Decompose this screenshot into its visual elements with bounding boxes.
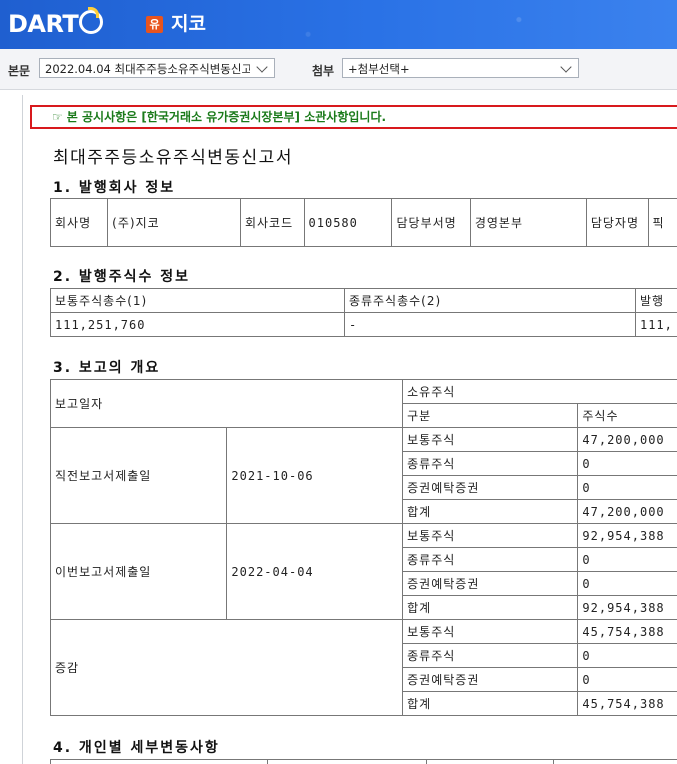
change-label: 증감	[49, 619, 404, 716]
table-cell	[267, 759, 427, 764]
table-cell	[49, 759, 269, 764]
cell-company-code-label: 회사코드	[239, 198, 305, 247]
table-row-type: 증권예탁증권	[402, 571, 579, 596]
cell-company-code: 010580	[303, 198, 393, 247]
type-header: 구분	[402, 403, 579, 428]
current-report-label: 이번보고서제출일	[49, 523, 228, 620]
table-row-type: 보통주식	[402, 427, 579, 452]
table-row-count: 0	[577, 571, 677, 596]
section-1-heading: 1. 발행회사 정보	[53, 180, 176, 196]
cell-company-name-label: 회사명	[49, 198, 109, 247]
table-row-count: 92,954,388	[577, 523, 677, 548]
prev-report-label: 직전보고서제출일	[49, 427, 228, 524]
logo-ring-icon	[79, 7, 104, 34]
section-3-heading: 3. 보고의 개요	[53, 360, 161, 376]
table-row-type: 보통주식	[402, 619, 579, 644]
attach-select-value: +첨부선택+	[348, 62, 410, 76]
table-row-type: 종류주식	[402, 451, 579, 476]
value-issued-total: 111,	[634, 312, 677, 337]
table-row-count: 0	[577, 451, 677, 476]
dart-logo[interactable]: DART	[8, 7, 104, 39]
chevron-down-icon	[560, 61, 572, 73]
table-cell	[552, 759, 677, 764]
table-row-type: 증권예탁증권	[402, 667, 579, 692]
chevron-down-icon	[256, 61, 268, 73]
main-doc-select[interactable]: 2022.04.04 최대주주등소유주식변동신고	[39, 58, 275, 78]
document-title: 최대주주등소유주식변동신고서	[53, 148, 293, 168]
document-viewer[interactable]: ☞ 본 공시사항은 [한국거래소 유가증권시장본부] 소관사항입니다. 최대주주등…	[22, 95, 677, 764]
cell-dept: 경영본부	[469, 198, 587, 247]
attach-select[interactable]: +첨부선택+	[342, 58, 579, 78]
table-row-type: 종류주식	[402, 547, 579, 572]
table-cell	[425, 759, 554, 764]
table-row-count: 47,200,000	[577, 499, 677, 524]
header-decoration	[150, 0, 677, 49]
value-class-total: -	[343, 312, 636, 337]
report-date-header: 보고일자	[49, 379, 404, 428]
cell-contact-label: 담당자명	[585, 198, 649, 247]
pointing-hand-icon: ☞	[52, 110, 63, 124]
count-header: 주식수	[577, 403, 677, 428]
section-2-heading: 2. 발행주식수 정보	[53, 269, 190, 285]
value-common-total: 111,251,760	[50, 312, 345, 337]
cell-dept-label: 담당부서명	[391, 198, 471, 247]
main-doc-select-value: 2022.04.04 최대주주등소유주식변동신고	[45, 62, 250, 76]
table-row-type: 합계	[402, 499, 579, 524]
table-row-count: 0	[577, 547, 677, 572]
header-common-total: 보통주식총수(1)	[50, 288, 345, 313]
table-row-count: 0	[577, 643, 677, 668]
market-badge: 유	[146, 16, 163, 33]
table-row-count: 45,754,388	[577, 619, 677, 644]
cell-company-name: (주)지코	[107, 198, 241, 247]
header-class-total: 종류주식총수(2)	[343, 288, 636, 313]
notice-text: 본 공시사항은 [한국거래소 유가증권시장본부] 소관사항입니다.	[66, 110, 387, 124]
cell-contact: 픽	[647, 198, 677, 247]
document-toolbar: 본문 2022.04.04 최대주주등소유주식변동신고 첨부 +첨부선택+	[0, 49, 677, 90]
attach-label: 첨부	[312, 64, 335, 78]
prev-report-date: 2021-10-06	[226, 427, 404, 524]
table-row-type: 종류주식	[402, 643, 579, 668]
current-report-date: 2022-04-04	[226, 523, 404, 620]
table-row-count: 0	[577, 667, 677, 692]
company-title: 지코	[171, 13, 206, 35]
shares-info-table: 보통주식총수(1) 종류주식총수(2) 발행 111,251,760 - 111…	[50, 288, 677, 337]
table-row-type: 합계	[402, 691, 579, 716]
issuer-info-table: 회사명 (주)지코 회사코드 010580 담당부서명 경영본부 담당자명 픽	[49, 198, 677, 247]
report-overview-table: 보고일자 소유주식 구분 주식수 직전보고서제출일 2021-10-06 보통주…	[49, 379, 677, 716]
owned-shares-header: 소유주식	[402, 379, 677, 404]
table-row-count: 47,200,000	[577, 427, 677, 452]
table-row-type: 증권예탁증권	[402, 475, 579, 500]
jurisdiction-notice: ☞ 본 공시사항은 [한국거래소 유가증권시장본부] 소관사항입니다.	[30, 105, 677, 129]
table-row-type: 보통주식	[402, 523, 579, 548]
section-4-heading: 4. 개인별 세부변동사항	[53, 740, 220, 756]
individual-changes-table	[49, 759, 677, 764]
header-issued-total: 발행	[634, 288, 677, 313]
top-bar: DART 유 지코	[0, 0, 677, 49]
table-row-count: 45,754,388	[577, 691, 677, 716]
table-row-count: 0	[577, 475, 677, 500]
table-row-type: 합계	[402, 595, 579, 620]
table-row-count: 92,954,388	[577, 595, 677, 620]
main-doc-label: 본문	[8, 64, 31, 78]
